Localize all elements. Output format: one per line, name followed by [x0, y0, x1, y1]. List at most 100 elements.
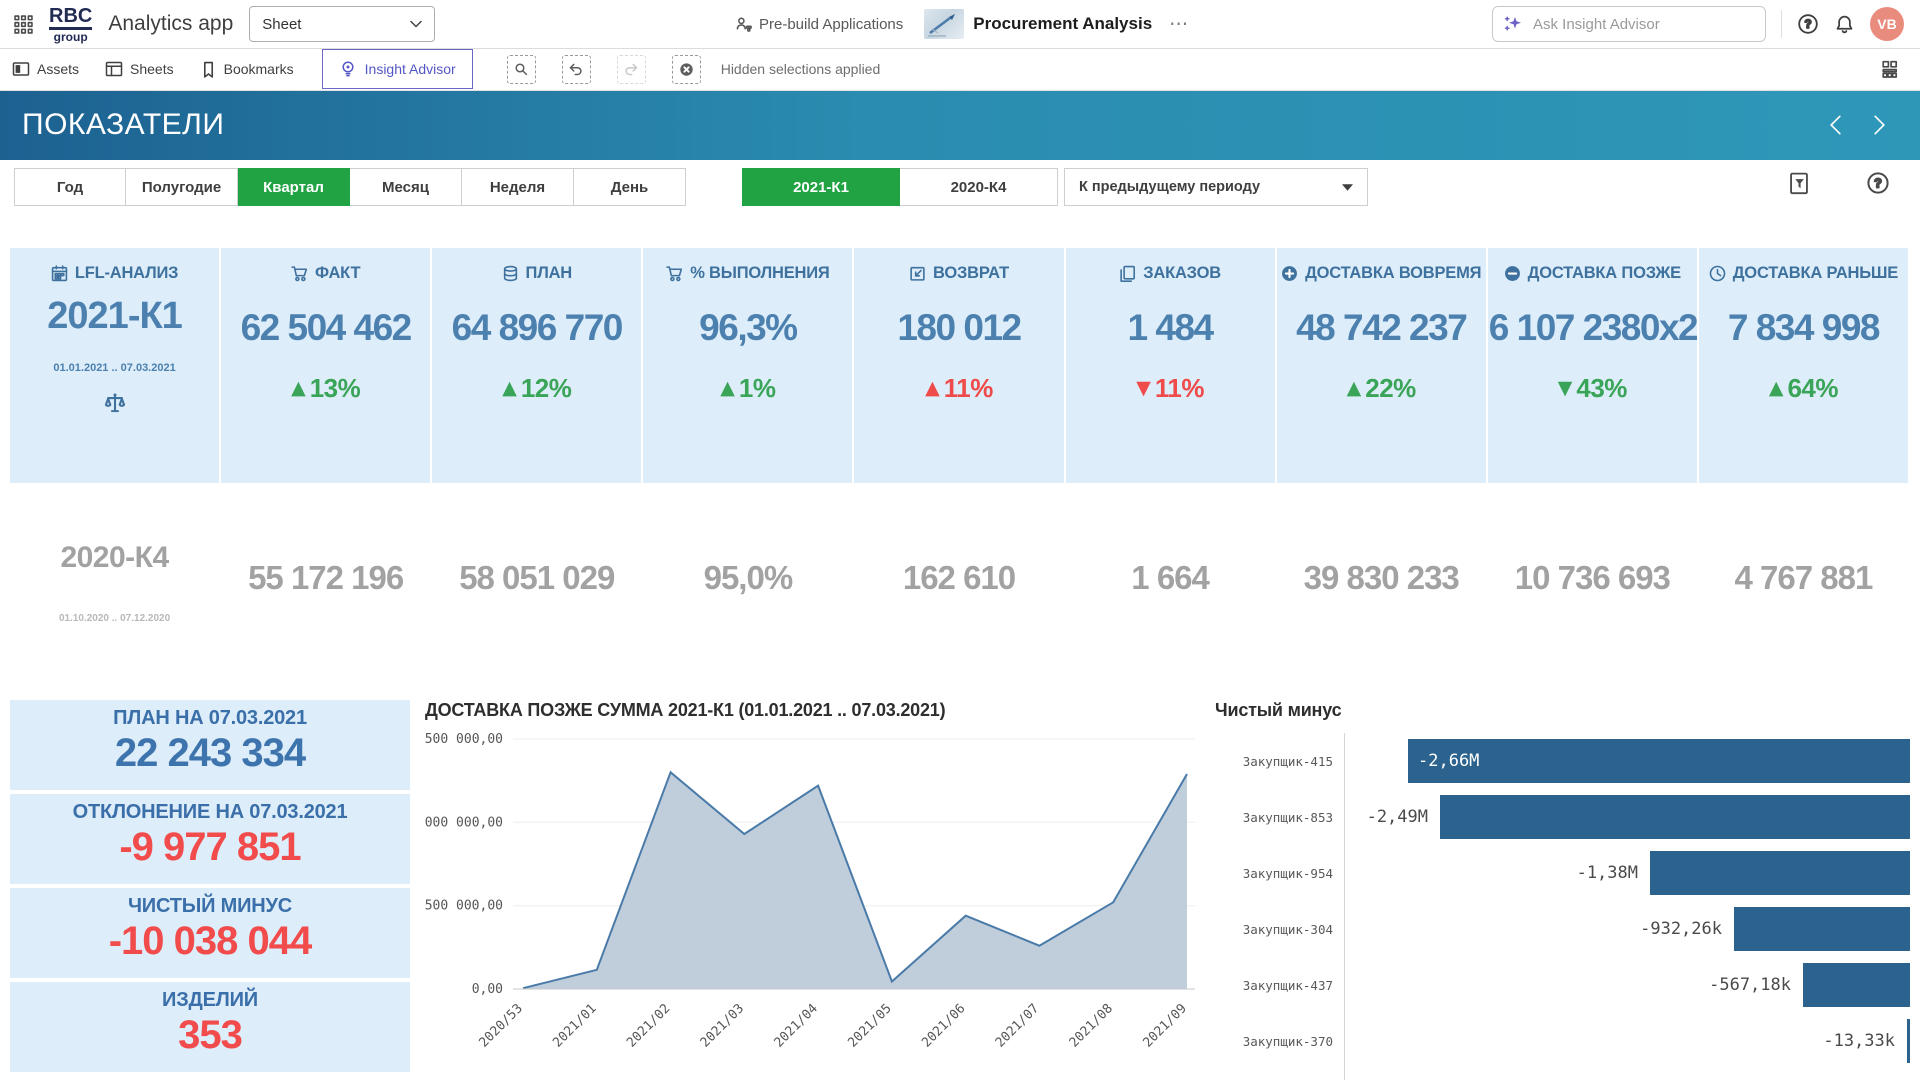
summary-panel: ПЛАН НА 07.03.202122 243 334ОТКЛОНЕНИЕ Н…	[10, 700, 410, 1076]
x-axis-label: 2020/53	[476, 1001, 525, 1050]
bar-Закупщик-437[interactable]	[1803, 963, 1910, 1007]
assets-button[interactable]: Assets	[12, 60, 79, 78]
clock-icon	[1709, 265, 1726, 282]
cart-icon	[291, 265, 308, 282]
triangle-up-icon: ▲	[720, 379, 735, 398]
kpi-label: ФАКТ	[315, 264, 360, 283]
prev-sheet-arrow[interactable]	[1829, 114, 1842, 136]
cart-icon	[666, 265, 683, 282]
kpi-card-4: ВОЗВРАТ180 012▲11%	[854, 248, 1063, 483]
return-icon	[909, 265, 926, 282]
prebuild-applications-link[interactable]: Pre-build Applications	[735, 16, 903, 33]
bar-Закупщик-415[interactable]: -2,66M	[1408, 739, 1910, 783]
kpi-label: ДОСТАВКА ПОЗЖЕ	[1528, 264, 1681, 283]
kpi-delta-value: 11%	[944, 373, 993, 404]
summary-label: ПЛАН НА 07.03.2021	[113, 707, 307, 730]
period-button-День[interactable]: День	[574, 168, 686, 206]
kpi-card-2: ПЛАН64 896 770▲12%	[432, 248, 641, 483]
triangle-up-icon: ▲	[291, 379, 306, 398]
kpi-card-header: ЗАКАЗОВ	[1119, 264, 1221, 283]
clear-selections-button[interactable]	[672, 55, 701, 84]
dropdown-caret-icon	[1342, 184, 1353, 191]
x-axis-label: 2021/02	[624, 1001, 673, 1050]
selection-search-icon	[513, 61, 529, 77]
sheet-selector-dropdown[interactable]: Sheet	[249, 6, 435, 42]
sheets-label: Sheets	[130, 61, 174, 77]
bar-category-label: Закупщик-437	[1215, 957, 1333, 1013]
bar-Закупщик-370[interactable]	[1907, 1019, 1910, 1063]
bell-icon[interactable]	[1834, 14, 1855, 35]
kpi-card-3: % ВЫПОЛНЕНИЯ96,3%▲1%	[643, 248, 852, 483]
bar-value-label: -2,66M	[1408, 739, 1910, 783]
period-button-Неделя[interactable]: Неделя	[462, 168, 574, 206]
bar-Закупщик-954[interactable]	[1650, 851, 1910, 895]
svg-text:1 500 000,00: 1 500 000,00	[425, 732, 503, 747]
x-axis-label: 2021/08	[1067, 1001, 1116, 1050]
plus-circle-icon	[1281, 265, 1298, 282]
top-bar-right: ? VB	[1492, 0, 1904, 48]
area-series[interactable]	[523, 772, 1187, 989]
triangle-up-icon: ▲	[1769, 379, 1784, 398]
app-menu-grid-icon[interactable]	[14, 15, 33, 34]
insight-advisor-button[interactable]: Insight Advisor	[322, 49, 473, 89]
kpi-delta: ▼11%	[1136, 373, 1204, 404]
dashboard-stage: RBC group Analytics app Sheet Pre-build …	[0, 0, 1920, 1080]
insight-advisor-search[interactable]	[1492, 6, 1766, 42]
kpi-delta-value: 43%	[1576, 373, 1627, 404]
bookmark-icon	[200, 61, 217, 78]
undo-icon	[568, 61, 584, 77]
kpi-label: ДОСТАВКА ВОВРЕМЯ	[1305, 264, 1481, 283]
summary-label: ОТКЛОНЕНИЕ НА 07.03.2021	[73, 801, 348, 824]
page-title: Analytics app	[108, 12, 233, 36]
help-circle-icon[interactable]: ?	[1866, 171, 1890, 195]
period-button-Полугодие[interactable]: Полугодие	[126, 168, 238, 206]
previous-value-8: 4 767 881	[1699, 535, 1908, 647]
undo-button[interactable]	[562, 55, 591, 84]
period-button-Квартал[interactable]: Квартал	[238, 168, 350, 206]
sheets-button[interactable]: Sheets	[105, 60, 174, 78]
quarter-button-2021-К1[interactable]: 2021-К1	[742, 168, 900, 206]
x-axis-label: 2021/04	[772, 1001, 821, 1050]
kpi-value: 6 107 2380x2	[1488, 307, 1697, 349]
user-group-icon	[735, 16, 752, 33]
triangle-up-icon: ▲	[925, 379, 940, 398]
top-bar-left: RBC group Analytics app Sheet	[14, 0, 435, 48]
kpi-delta-value: 22%	[1365, 373, 1416, 404]
area-chart-title: ДОСТАВКА ПОЗЖЕ СУММА 2021-К1 (01.01.2021…	[425, 700, 1205, 721]
area-chart-plot[interactable]: 0,00500 000,001 000 000,001 500 000,0020…	[425, 721, 1205, 1080]
kpi-delta: ▲12%	[502, 373, 571, 404]
avatar[interactable]: VB	[1870, 7, 1904, 41]
rbc-group-logo: RBC group	[49, 6, 92, 43]
summary-value: -9 977 851	[119, 824, 300, 870]
kpi-value: 1 484	[1128, 307, 1213, 349]
kpi-card-header: ДОСТАВКА РАНЬШЕ	[1709, 264, 1898, 283]
x-axis-label: 2021/03	[698, 1001, 747, 1050]
bar-Закупщик-304[interactable]	[1734, 907, 1910, 951]
kpi-period-range: 01.01.2021 .. 07.03.2021	[53, 362, 175, 374]
search-input[interactable]	[1531, 15, 1754, 34]
top-bar-center: Pre-build Applications Procurement Analy…	[735, 0, 1190, 48]
next-sheet-arrow[interactable]	[1873, 114, 1886, 136]
kpi-card-header: ВОЗВРАТ	[909, 264, 1009, 283]
redo-button[interactable]	[617, 55, 646, 84]
kpi-card-1: ФАКТ62 504 462▲13%	[221, 248, 430, 483]
kpi-delta: ▲11%	[925, 373, 993, 404]
period-button-Месяц[interactable]: Месяц	[350, 168, 462, 206]
top-bar: RBC group Analytics app Sheet Pre-build …	[0, 0, 1920, 49]
database-icon	[502, 265, 519, 282]
hidden-selections-status: Hidden selections applied	[721, 61, 881, 77]
bookmarks-button[interactable]: Bookmarks	[200, 61, 294, 78]
area-chart-svg[interactable]: 0,00500 000,001 000 000,001 500 000,0020…	[425, 721, 1205, 1077]
help-icon[interactable]: ?	[1797, 13, 1819, 35]
assets-icon	[12, 60, 30, 78]
selection-search-button[interactable]	[507, 55, 536, 84]
app-name-label: Procurement Analysis	[973, 14, 1152, 34]
period-button-Год[interactable]: Год	[14, 168, 126, 206]
quarter-button-2020-К4[interactable]: 2020-К4	[900, 168, 1058, 206]
more-options-icon[interactable]: ⋯	[1169, 13, 1190, 36]
bar-Закупщик-853[interactable]	[1440, 795, 1910, 839]
comparison-dropdown[interactable]: К предыдущему периоду	[1064, 168, 1368, 206]
bar-row-Закупщик-415: Закупщик-415-2,66M	[1215, 733, 1910, 789]
sheet-grid-icon[interactable]	[1881, 60, 1900, 79]
export-filter-icon[interactable]	[1788, 171, 1810, 197]
